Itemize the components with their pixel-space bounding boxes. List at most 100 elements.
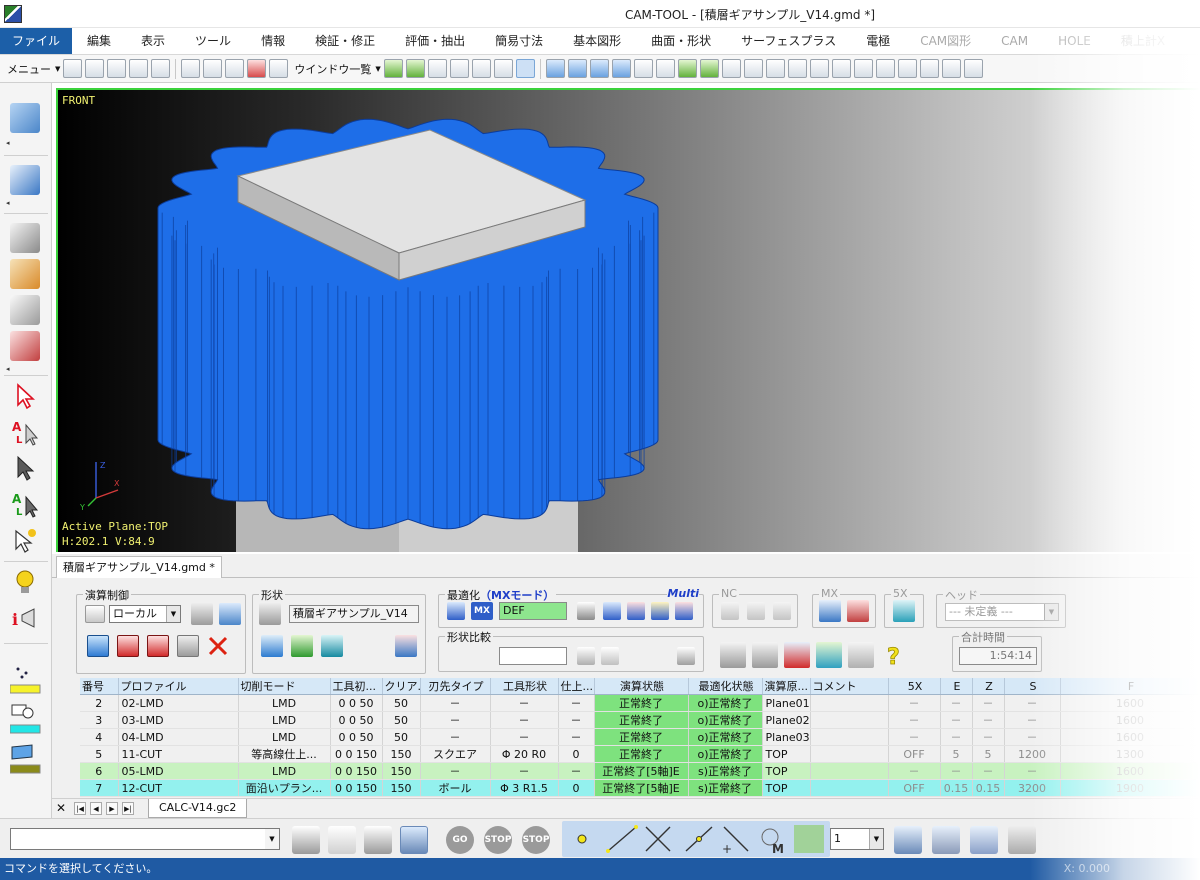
table-cell[interactable]: － [558,711,595,729]
run-calc-button[interactable] [87,635,109,657]
table-cell[interactable]: 0 [558,779,595,797]
col-header-comment[interactable]: コメント [810,678,889,695]
export-icon[interactable] [963,59,983,78]
command-select[interactable]: ▼ [10,828,280,850]
table-cell[interactable]: 0 0 50 [330,728,383,746]
table-cell[interactable]: Plane01 [762,694,811,712]
table-cell[interactable]: 150 [382,779,421,797]
optimize-cube-icon[interactable] [603,602,621,620]
table-cell[interactable]: － [1004,711,1061,729]
table-cell[interactable]: － [940,694,973,712]
optimize-def-field[interactable]: DEF [499,602,567,620]
table-row[interactable]: 7 12-CUT 面沿いプラン... 0 0 150 150 ボール Φ 3 R1.5 0 正常… [80,779,1200,797]
compare-settings-icon[interactable] [577,647,595,665]
fivex-tool-icon[interactable] [893,600,915,622]
table-cell[interactable]: 7 [80,779,119,797]
table-cell[interactable]: 正常終了[5軸]E [594,762,689,780]
col-header-clearance[interactable]: クリア... [382,678,421,695]
table-cell[interactable]: 04-LMD [118,728,239,746]
table-cell[interactable]: － [940,762,973,780]
head-select[interactable]: --- 未定義 --- ▼ [945,603,1059,621]
tool-simulation-icon[interactable] [752,642,778,668]
menu-file[interactable]: ファイル [0,28,73,54]
table-cell[interactable] [810,694,889,712]
table-cell[interactable]: － [1004,728,1061,746]
col-header-s[interactable]: S [1004,678,1061,695]
table-cell[interactable]: － [1004,762,1061,780]
table-cell[interactable]: － [490,728,559,746]
shape-import-icon[interactable] [261,635,283,657]
table-cell[interactable]: 150 [382,762,421,780]
cancel-calc-button[interactable] [207,635,229,657]
table-cell[interactable]: － [972,711,1005,729]
expand-arrow-icon[interactable]: ◂ [6,139,10,147]
document-tab[interactable]: 積層ギアサンプル_V14.gmd * [56,556,222,578]
optimize-info-icon[interactable] [627,602,645,620]
col-header-optimize-status[interactable]: 最適化状態 [688,678,763,695]
shade-icon[interactable] [383,59,403,78]
table-cell[interactable]: 正常終了[5軸]E [594,779,689,797]
snap-value-select[interactable]: 1 ▼ [830,828,884,850]
table-cell[interactable]: OFF [888,745,941,763]
table-cell[interactable]: Plane02 [762,711,811,729]
nc-output-icon[interactable] [721,602,739,620]
shape-gears-icon[interactable] [259,603,281,625]
table-cell[interactable]: － [490,762,559,780]
table-cell[interactable]: 03-LMD [118,711,239,729]
redo-icon[interactable] [151,59,171,78]
optimize-cancel-icon[interactable] [675,602,693,620]
tool-holder-icon[interactable] [720,642,746,668]
table-cell[interactable]: TOP [762,779,811,797]
report-icon[interactable] [848,642,874,668]
cylinder-icon[interactable] [545,59,565,78]
table-cell[interactable]: 面沿いプラン... [238,779,331,797]
col-header-5x[interactable]: 5X [888,678,941,695]
go-icon[interactable]: GO [446,826,474,854]
col-header-z[interactable]: Z [972,678,1005,695]
table-cell[interactable] [810,745,889,763]
table-cell[interactable]: － [940,728,973,746]
table-cell[interactable]: LMD [238,711,331,729]
col-header-calc-status[interactable]: 演算状態 [594,678,689,695]
table-cell[interactable]: 0 0 150 [330,745,383,763]
delete-icon[interactable] [247,59,267,78]
table-cell[interactable]: o)正常終了 [688,711,763,729]
3d-viewport[interactable]: Z X Y FRONT Active Plane:TOP H:202.1 V:8… [56,88,1200,552]
menu-electrode[interactable]: 電極 [851,28,905,54]
shape-name-field[interactable]: 積層ギアサンプル_V14 [289,605,419,623]
table-view-icon[interactable] [400,826,428,854]
plane-stack-icon[interactable] [10,223,40,253]
table-cell[interactable]: 5 [80,745,119,763]
table-row[interactable]: 3 03-LMD LMD 0 0 50 50 －－－正常終了 o)正常終了 Plane02 －－… [80,711,1200,729]
box-3-icon[interactable] [765,59,785,78]
table-cell[interactable]: 1600 [1060,694,1200,712]
table-cell[interactable] [810,779,889,797]
table-cell[interactable]: 0 0 150 [330,762,383,780]
menu-cam-shapes[interactable]: CAM図形 [905,28,986,54]
view-side-icon[interactable] [493,59,513,78]
view-iso-icon[interactable] [427,59,447,78]
open-folder-icon[interactable] [85,59,105,78]
table-cell[interactable]: － [888,728,941,746]
table-cell[interactable] [810,711,889,729]
table-cell[interactable]: 50 [382,694,421,712]
table-cell[interactable]: 1300 [1060,745,1200,763]
nc-export-icon[interactable] [773,602,791,620]
settings-gear-icon[interactable] [269,59,289,78]
compare-run-icon[interactable] [677,647,695,665]
layers-icon[interactable] [10,103,40,133]
expand-arrow-icon[interactable]: ◂ [6,365,10,373]
table-cell[interactable]: 等高線仕上... [238,745,331,763]
menu-dimension[interactable]: 簡易寸法 [480,28,558,54]
menu-cam[interactable]: CAM [986,28,1043,54]
table-row[interactable]: 6 05-LMD LMD 0 0 150 150 －－－正常終了[5軸]E s)正常終了 TO… [80,762,1200,780]
table-cell[interactable] [810,762,889,780]
shape-refresh-icon[interactable] [321,635,343,657]
select-red-cursor-icon[interactable] [10,381,40,411]
table-cell[interactable]: 3 [80,711,119,729]
network-icon[interactable] [875,59,895,78]
surface-2-icon[interactable] [655,59,675,78]
table-cell[interactable]: 6 [80,762,119,780]
table-cell[interactable]: TOP [762,745,811,763]
measure-icon[interactable] [809,59,829,78]
